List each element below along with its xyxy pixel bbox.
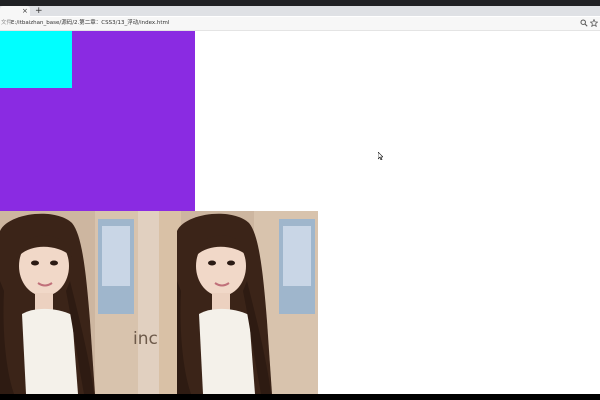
photo-image: inc xyxy=(0,211,159,394)
bookmark-star-icon[interactable] xyxy=(590,19,598,27)
tab-bar: × + xyxy=(0,0,600,17)
photo-1: inc xyxy=(0,211,159,394)
tab-active[interactable]: × xyxy=(0,6,30,17)
page-content: inc xyxy=(0,31,600,394)
mouse-cursor-icon xyxy=(378,152,383,160)
sign-text: inc xyxy=(133,329,158,349)
url-field[interactable]: 文件 E:/itbaizhan_base/源码/2.第二章：CSS3/13_浮动… xyxy=(0,18,560,29)
window-top-strip xyxy=(0,0,600,6)
address-bar: 文件 E:/itbaizhan_base/源码/2.第二章：CSS3/13_浮动… xyxy=(0,17,600,31)
cyan-box xyxy=(0,31,72,88)
photo-2 xyxy=(159,211,318,394)
bottom-letterbox xyxy=(0,394,600,400)
photo-image xyxy=(159,211,318,394)
browser-window: × + 文件 E:/itbaizhan_base/源码/2.第二章：CSS3/1… xyxy=(0,0,600,400)
url-text: E:/itbaizhan_base/源码/2.第二章：CSS3/13_浮动/in… xyxy=(11,20,170,26)
zoom-icon[interactable] xyxy=(580,19,588,27)
close-icon[interactable]: × xyxy=(22,6,28,17)
plus-icon[interactable]: + xyxy=(35,6,43,17)
purple-box xyxy=(0,31,195,211)
